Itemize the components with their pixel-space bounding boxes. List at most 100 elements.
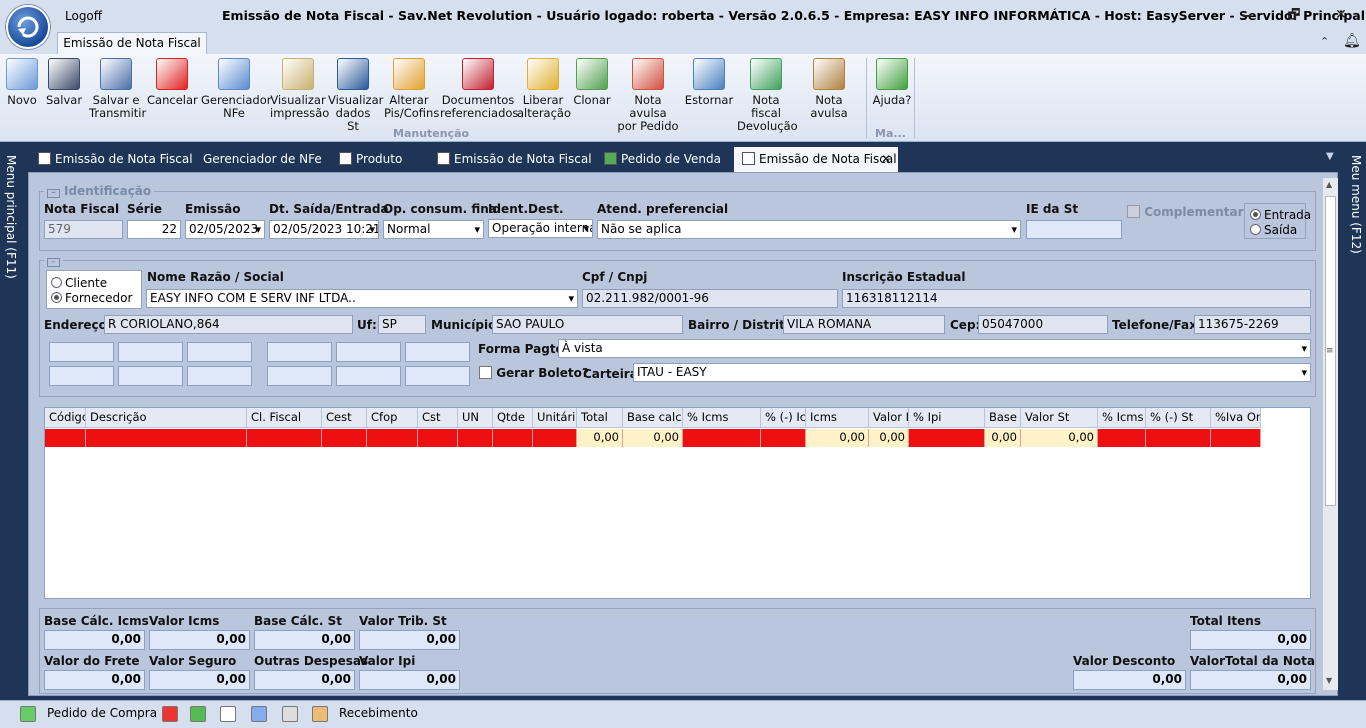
empty-box[interactable] [267,342,332,362]
collapse-icon[interactable]: – [47,258,60,267]
grid-cell[interactable] [909,429,985,447]
column-header[interactable]: % Icms St [1098,408,1146,428]
report-red-icon[interactable] [162,706,178,722]
ie-field[interactable]: 116318112114 [842,289,1311,308]
municipio-field[interactable]: SAO PAULO [492,315,683,334]
valor-trib-st-field[interactable]: 0,00 [359,630,460,650]
grid-cell[interactable] [533,429,577,447]
column-header[interactable]: Cest [322,408,367,428]
fornecedor-radio[interactable]: Fornecedor [51,291,132,305]
side-meu-menu[interactable]: Meu menu (F12) [1349,155,1363,254]
column-header[interactable]: Total [577,408,623,428]
product-add-icon[interactable] [282,706,298,722]
doc-tab-gerenciador[interactable]: Gerenciador de NFe [203,147,322,172]
purchase-order-icon[interactable] [20,706,36,722]
outras-despesas-field[interactable]: 0,00 [254,670,355,690]
vertical-scrollbar[interactable]: ▲ ≡ ▼ [1322,178,1338,690]
grid-cell[interactable] [367,429,418,447]
grid-cell[interactable] [45,429,86,447]
column-header[interactable]: Unitário [533,408,577,428]
empty-box[interactable] [187,366,252,386]
column-header[interactable]: % Icms [683,408,761,428]
grid-cell[interactable] [1211,429,1261,447]
scroll-up-icon[interactable]: ▲ [1326,180,1332,189]
frete-field[interactable]: 0,00 [44,670,145,690]
empty-box[interactable] [267,366,332,386]
doc-tab-pedido-venda[interactable]: Pedido de Venda [604,147,721,172]
collapse-ribbon-icon[interactable]: ⌃ [1320,35,1329,48]
grid-cell[interactable]: 0,00 [806,429,869,447]
nome-select[interactable]: EASY INFO COM E SERV INF LTDA.. [146,289,578,308]
ribbon-button-4[interactable]: Gerenciador NFe [201,58,271,128]
restore-button[interactable]: 🗗 [1279,4,1309,26]
logoff-link[interactable]: Logoff [65,9,102,23]
empty-box[interactable] [336,366,401,386]
column-header[interactable]: % (-) Icms [761,408,806,428]
column-header[interactable]: Valor Ipi [869,408,909,428]
seguro-field[interactable]: 0,00 [149,670,250,690]
complementar-checkbox[interactable]: Complementar [1127,205,1244,219]
empty-box[interactable] [49,366,114,386]
dt-saida-picker[interactable]: 02/05/2023 10:21 [269,220,379,239]
column-header[interactable]: Base calc. I... [623,408,683,428]
valor-icms-field[interactable]: 0,00 [149,630,250,650]
emissao-date-picker[interactable]: 02/05/2023 [185,220,265,239]
grid-cell[interactable]: 0,00 [623,429,683,447]
close-tab-icon[interactable]: ✕ [881,147,891,171]
empty-box[interactable] [49,342,114,362]
ribbon-button-12[interactable]: Estornar [684,58,734,128]
grid-cell[interactable]: 0,00 [1021,429,1098,447]
ribbon-button-14[interactable]: Nota avulsa [797,58,861,128]
column-header[interactable]: Icms [806,408,869,428]
cpf-field[interactable]: 02.211.982/0001-96 [582,289,838,308]
ribbon-button-9[interactable]: Liberar alteração [517,58,571,128]
cliente-radio[interactable]: Cliente [51,276,107,290]
total-itens-field[interactable]: 0,00 [1190,630,1311,650]
base-st-field[interactable]: 0,00 [254,630,355,650]
ribbon-button-10[interactable]: Clonar [572,58,612,128]
users-icon[interactable] [312,706,328,722]
valor-ipi-field[interactable]: 0,00 [359,670,460,690]
ribbon-button-1[interactable]: Salvar [44,58,84,128]
scroll-down-icon[interactable]: ▼ [1326,676,1332,685]
saida-radio[interactable]: Saída [1250,223,1297,237]
ribbon-tab-emissao[interactable]: Emissão de Nota Fiscal [57,32,207,54]
minimize-button[interactable]: 🗕 [1232,4,1262,26]
bairro-field[interactable]: VILA ROMANA [783,315,945,334]
base-icms-field[interactable]: 0,00 [44,630,145,650]
column-header[interactable]: Base Calc. St [985,408,1021,428]
ribbon-button-3[interactable]: Cancelar [147,58,198,128]
atend-select[interactable]: Não se aplica [597,220,1021,239]
grid-cell[interactable] [86,429,247,447]
column-header[interactable]: Valor St [1021,408,1098,428]
grid-cell[interactable]: 0,00 [577,429,623,447]
endereco-field[interactable]: R CORIOLANO,864 [104,315,353,334]
telefone-field[interactable]: 113675-2269 [1194,315,1311,334]
doc-tab-emissao-active[interactable]: Emissão de Nota Fiscal ✕ [734,147,898,172]
ribbon-button-7[interactable]: Alterar Pis/Cofins [384,58,439,128]
doc-tab-produto[interactable]: Produto [339,147,402,172]
column-header[interactable]: % (-) St [1146,408,1211,428]
nota-fiscal-field[interactable]: 579 [44,220,123,239]
column-header[interactable]: UN [458,408,493,428]
grid-cell[interactable] [493,429,533,447]
doc-tab-emissao-1[interactable]: Emissão de Nota Fiscal [38,147,193,172]
column-header[interactable]: Qtde [493,408,533,428]
uf-field[interactable]: SP [378,315,426,334]
grid-cell[interactable] [1098,429,1146,447]
grid-cell[interactable] [1146,429,1211,447]
empty-box[interactable] [336,342,401,362]
ribbon-button-6[interactable]: Visualizar dados St [328,58,383,133]
entrada-radio[interactable]: Entrada [1250,208,1311,222]
empty-box[interactable] [187,342,252,362]
doc-tab-emissao-2[interactable]: Emissão de Nota Fiscal [437,147,592,172]
ribbon-button-15[interactable]: Ajuda? [872,58,912,128]
tab-list-chevron-icon[interactable]: ▼ [1326,151,1334,162]
ribbon-button-8[interactable]: Documentos referenciados [440,58,518,128]
app-logo-icon[interactable] [6,5,50,49]
grid-cell[interactable] [761,429,806,447]
column-header[interactable]: Código [45,408,86,428]
bell-icon[interactable]: 🔔︎ [1343,33,1361,49]
ribbon-button-13[interactable]: Nota fiscal Devolução [737,58,798,133]
ident-dest-select[interactable]: Operação interna [488,219,593,238]
